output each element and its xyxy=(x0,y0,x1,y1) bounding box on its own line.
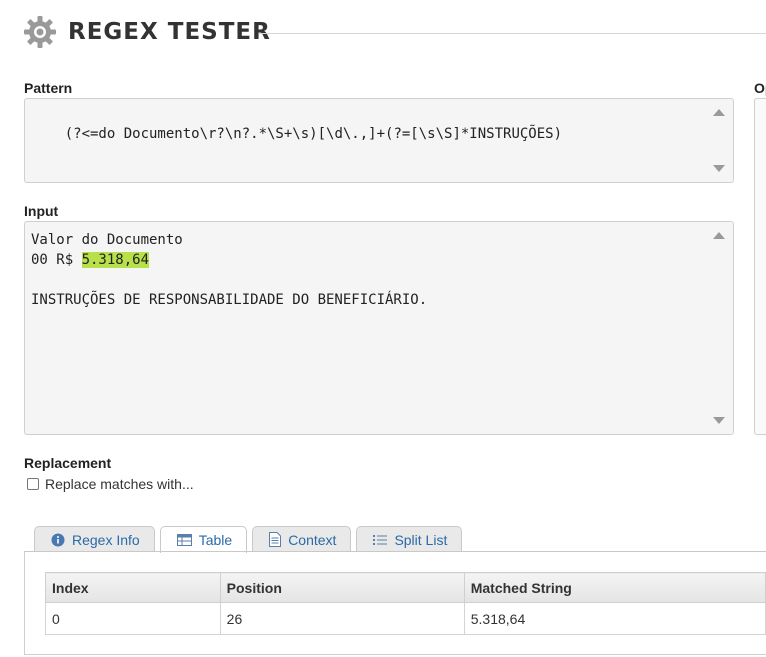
tab-label: Table xyxy=(198,532,233,548)
input-line-2-prefix: 00 R$ xyxy=(31,252,82,268)
tab-regex-info[interactable]: Regex Info xyxy=(34,526,155,552)
table-icon xyxy=(176,534,192,546)
gear-icon xyxy=(24,16,56,48)
table-row: 0 26 5.318,64 xyxy=(45,602,766,635)
tab-label: Context xyxy=(288,531,337,548)
cell-position: 26 xyxy=(219,602,465,635)
page-title: REGEX TESTER xyxy=(68,19,271,45)
replacement-label: Replacement xyxy=(24,455,112,471)
header-divider xyxy=(259,33,766,34)
tab-table[interactable]: Table xyxy=(159,526,248,553)
table-header-row: Index Position Matched String xyxy=(45,572,766,603)
tab-label: Regex Info xyxy=(72,531,140,548)
column-header-index: Index xyxy=(45,572,221,603)
input-textarea[interactable]: Valor do Documento 00 R$ 5.318,64 INSTRU… xyxy=(24,221,734,435)
results-table: Index Position Matched String 0 26 5.318… xyxy=(45,572,766,635)
scroll-down-icon[interactable] xyxy=(713,417,725,424)
replace-matches-toggle[interactable]: Replace matches with... xyxy=(27,476,194,492)
column-header-matched-string: Matched String xyxy=(463,572,766,603)
options-panel[interactable] xyxy=(754,98,766,435)
results-tabs: Regex Info Table Context Split List xyxy=(34,526,467,553)
page-header: REGEX TESTER xyxy=(22,14,271,50)
scroll-up-icon[interactable] xyxy=(713,109,725,116)
replace-matches-label: Replace matches with... xyxy=(45,476,194,492)
scroll-down-icon[interactable] xyxy=(713,165,725,172)
pattern-text: (?<=do Documento\r?\n?.*\S+\s)[\d\.,]+(?… xyxy=(64,126,563,142)
tab-split-list[interactable]: Split List xyxy=(356,526,463,552)
input-line-1: Valor do Documento xyxy=(31,232,183,248)
pattern-input[interactable]: (?<=do Documento\r?\n?.*\S+\s)[\d\.,]+(?… xyxy=(24,98,734,183)
options-label: Op xyxy=(754,80,766,96)
column-header-position: Position xyxy=(219,572,465,603)
pattern-label: Pattern xyxy=(24,80,73,96)
cell-index: 0 xyxy=(45,602,221,635)
input-line-4: INSTRUÇÕES DE RESPONSABILIDADE DO BENEFI… xyxy=(31,292,428,308)
scroll-up-icon[interactable] xyxy=(713,232,725,239)
replace-matches-checkbox[interactable] xyxy=(27,478,39,490)
input-label: Input xyxy=(24,203,59,219)
tab-context[interactable]: Context xyxy=(252,526,352,552)
list-icon xyxy=(373,534,388,546)
tab-label: Split List xyxy=(394,531,448,548)
info-icon xyxy=(51,533,65,547)
regex-tester-page: REGEX TESTER Pattern (?<=do Documento\r?… xyxy=(0,0,766,657)
match-highlight: 5.318,64 xyxy=(81,252,150,268)
cell-matched-string: 5.318,64 xyxy=(463,602,766,635)
document-icon xyxy=(269,532,282,547)
